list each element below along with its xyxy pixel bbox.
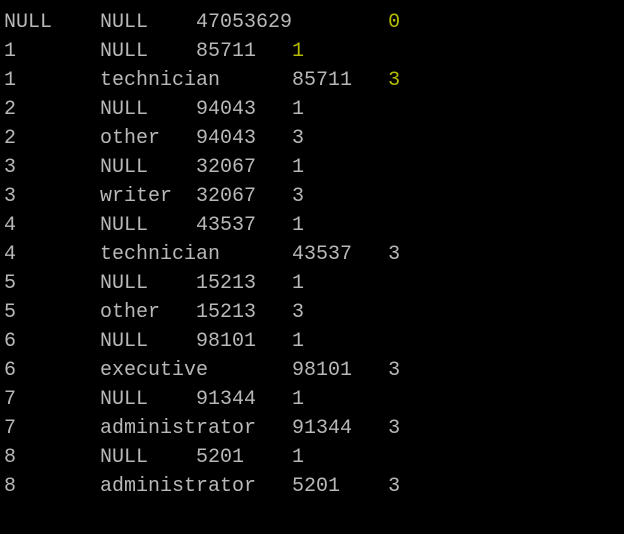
cell-col4: 3: [292, 298, 304, 327]
table-row: 2 NULL 94043 1: [4, 95, 620, 124]
cell-col1: 4: [4, 240, 100, 269]
cell-col2: administrator: [100, 472, 292, 501]
cell-col1: 3: [4, 182, 100, 211]
cell-col4: 1: [292, 327, 304, 356]
cell-col1: 7: [4, 385, 100, 414]
cell-col3: 32067: [196, 153, 292, 182]
cell-col4: 3: [388, 66, 400, 95]
cell-col3: 43537: [196, 211, 292, 240]
table-row: 7 administrator 91344 3: [4, 414, 620, 443]
cell-col1: 1: [4, 37, 100, 66]
table-row: 7 NULL 91344 1: [4, 385, 620, 414]
cell-col1: 5: [4, 298, 100, 327]
cell-col1: 8: [4, 472, 100, 501]
cell-col2: NULL: [100, 327, 196, 356]
cell-col2: executive: [100, 356, 292, 385]
cell-col2: NULL: [100, 95, 196, 124]
cell-col2: administrator: [100, 414, 292, 443]
cell-col1: 2: [4, 124, 100, 153]
cell-col3: 85711: [196, 37, 292, 66]
cell-col1: 4: [4, 211, 100, 240]
cell-col4: 1: [292, 95, 304, 124]
cell-col3: 91344: [292, 414, 388, 443]
table-row: 6 NULL 98101 1: [4, 327, 620, 356]
table-row: 4 NULL 43537 1: [4, 211, 620, 240]
cell-col2: technician: [100, 240, 292, 269]
cell-col2: NULL: [100, 385, 196, 414]
cell-col3: 94043: [196, 124, 292, 153]
table-row: NULL NULL 47053629 0: [4, 8, 620, 37]
cell-col4: 1: [292, 385, 304, 414]
cell-col4: 1: [292, 269, 304, 298]
table-row: 1 NULL 85711 1: [4, 37, 620, 66]
cell-col4: 1: [292, 153, 304, 182]
cell-col2: other: [100, 298, 196, 327]
table-row: 3 NULL 32067 1: [4, 153, 620, 182]
cell-col3: 43537: [292, 240, 388, 269]
cell-col2: other: [100, 124, 196, 153]
table-row: 5 other 15213 3: [4, 298, 620, 327]
table-row: 4 technician 43537 3: [4, 240, 620, 269]
cell-col4: 3: [388, 472, 400, 501]
table-row: 3 writer 32067 3: [4, 182, 620, 211]
cell-col1: 8: [4, 443, 100, 472]
cell-col1: 3: [4, 153, 100, 182]
cell-col4: 3: [388, 356, 400, 385]
table-row: 8 administrator 5201 3: [4, 472, 620, 501]
cell-col3: 98101: [292, 356, 388, 385]
cell-col3: 32067: [196, 182, 292, 211]
table-row: 2 other 94043 3: [4, 124, 620, 153]
cell-col2: NULL: [100, 443, 196, 472]
cell-col2: NULL: [100, 211, 196, 240]
cell-col1: 1: [4, 66, 100, 95]
cell-col3: 85711: [292, 66, 388, 95]
cell-col1: 7: [4, 414, 100, 443]
cell-col4: 1: [292, 37, 304, 66]
result-table: NULL NULL 47053629 01 NULL 85711 11 tech…: [4, 8, 620, 501]
cell-col2: NULL: [100, 37, 196, 66]
cell-col3: 94043: [196, 95, 292, 124]
cell-col3: 5201: [196, 443, 292, 472]
cell-col3: 15213: [196, 269, 292, 298]
cell-col4: 3: [388, 414, 400, 443]
cell-col3: 91344: [196, 385, 292, 414]
cell-col2: NULL: [100, 8, 196, 37]
cell-col1: 5: [4, 269, 100, 298]
cell-col4: 0: [388, 8, 400, 37]
cell-col1: NULL: [4, 8, 100, 37]
cell-col1: 2: [4, 95, 100, 124]
table-row: 5 NULL 15213 1: [4, 269, 620, 298]
cell-col4: 3: [292, 124, 304, 153]
cell-col3: 5201: [292, 472, 388, 501]
cell-col2: NULL: [100, 269, 196, 298]
cell-col1: 6: [4, 356, 100, 385]
cell-col2: writer: [100, 182, 196, 211]
cell-col4: 3: [388, 240, 400, 269]
cell-col4: 1: [292, 443, 304, 472]
cell-col1: 6: [4, 327, 100, 356]
cell-col4: 3: [292, 182, 304, 211]
table-row: 6 executive 98101 3: [4, 356, 620, 385]
cell-col3: 15213: [196, 298, 292, 327]
cell-col2: technician: [100, 66, 292, 95]
cell-col3: 47053629: [196, 8, 388, 37]
cell-col2: NULL: [100, 153, 196, 182]
cell-col3: 98101: [196, 327, 292, 356]
table-row: 8 NULL 5201 1: [4, 443, 620, 472]
table-row: 1 technician 85711 3: [4, 66, 620, 95]
cell-col4: 1: [292, 211, 304, 240]
